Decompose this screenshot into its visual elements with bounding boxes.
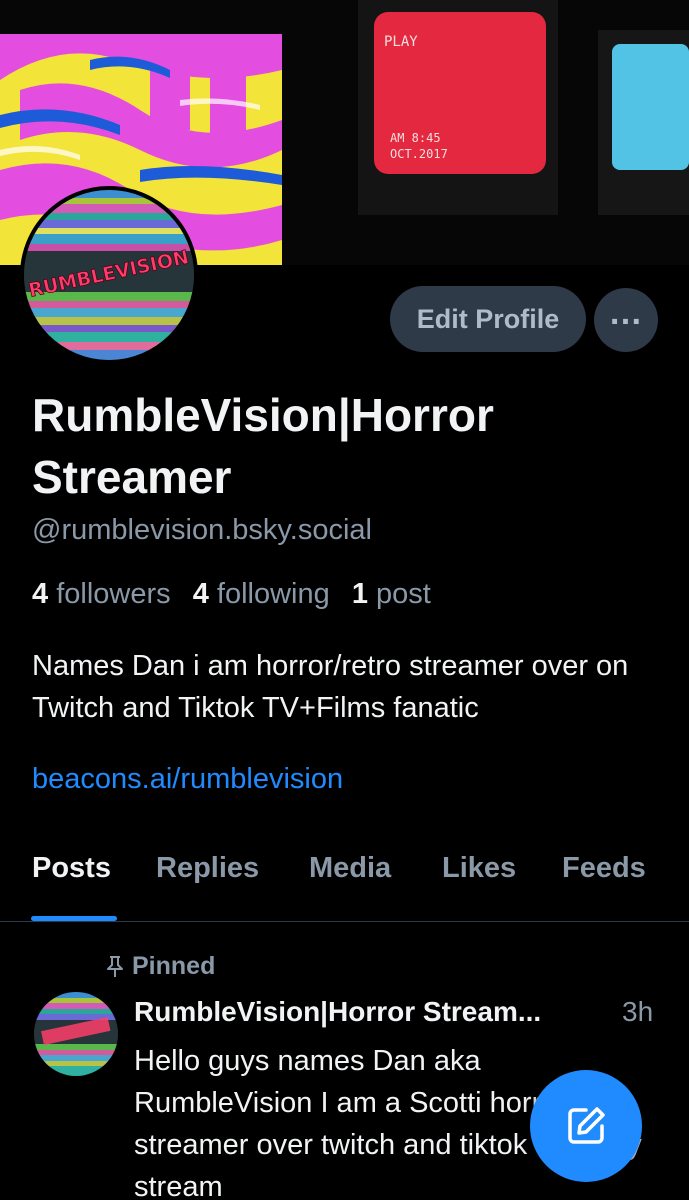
more-horizontal-icon: … xyxy=(608,294,644,332)
profile-display-name: RumbleVision|Horror Streamer xyxy=(32,389,494,503)
posts-stat: 1 post xyxy=(352,578,431,610)
following-count: 4 xyxy=(192,578,209,610)
edit-profile-button[interactable]: Edit Profile xyxy=(390,286,586,352)
profile-stats: 4 followers 4 following 1 post xyxy=(32,578,431,611)
compose-post-button[interactable] xyxy=(530,1070,642,1182)
followers-count: 4 xyxy=(32,578,49,610)
tab-posts[interactable]: Posts xyxy=(32,852,111,922)
tab-replies[interactable]: Replies xyxy=(156,852,259,922)
followers-label: followers xyxy=(56,578,171,610)
posts-label: post xyxy=(376,578,431,610)
tab-likes[interactable]: Likes xyxy=(442,852,516,922)
pin-icon xyxy=(107,955,123,977)
posts-count: 1 xyxy=(351,578,368,610)
compose-icon xyxy=(568,1107,605,1144)
following-stat[interactable]: 4 following xyxy=(193,578,330,610)
pinned-indicator: Pinned xyxy=(106,952,215,981)
banner-tv-play-text: PLAY xyxy=(384,34,418,50)
post-timestamp[interactable]: 3h xyxy=(622,996,653,1028)
post-avatar-image xyxy=(34,992,118,1076)
tab-media[interactable]: Media xyxy=(309,852,391,922)
more-options-button[interactable]: … xyxy=(594,288,658,352)
pinned-label: Pinned xyxy=(132,952,216,980)
following-label: following xyxy=(216,578,330,610)
profile-tabs: Posts Replies Media Likes Feeds xyxy=(0,852,689,922)
banner-tv-time-text: AM 8:45 xyxy=(390,131,441,145)
tab-feeds[interactable]: Feeds xyxy=(562,852,646,922)
active-tab-indicator xyxy=(31,916,117,921)
post-author-name[interactable]: RumbleVision|Horror Stream... xyxy=(134,996,541,1028)
followers-stat[interactable]: 4 followers xyxy=(32,578,171,610)
profile-bio: Names Dan i am horror/retro streamer ove… xyxy=(32,650,629,724)
profile-handle[interactable]: @rumblevision.bsky.social xyxy=(32,514,372,547)
profile-avatar[interactable]: RUMBLEVISION xyxy=(20,186,198,364)
profile-bio-link[interactable]: beacons.ai/rumblevision xyxy=(32,763,343,796)
banner-tv-date-text: OCT.2017 xyxy=(390,147,448,161)
avatar-image: RUMBLEVISION xyxy=(24,190,194,360)
post-author-avatar[interactable] xyxy=(34,992,118,1076)
